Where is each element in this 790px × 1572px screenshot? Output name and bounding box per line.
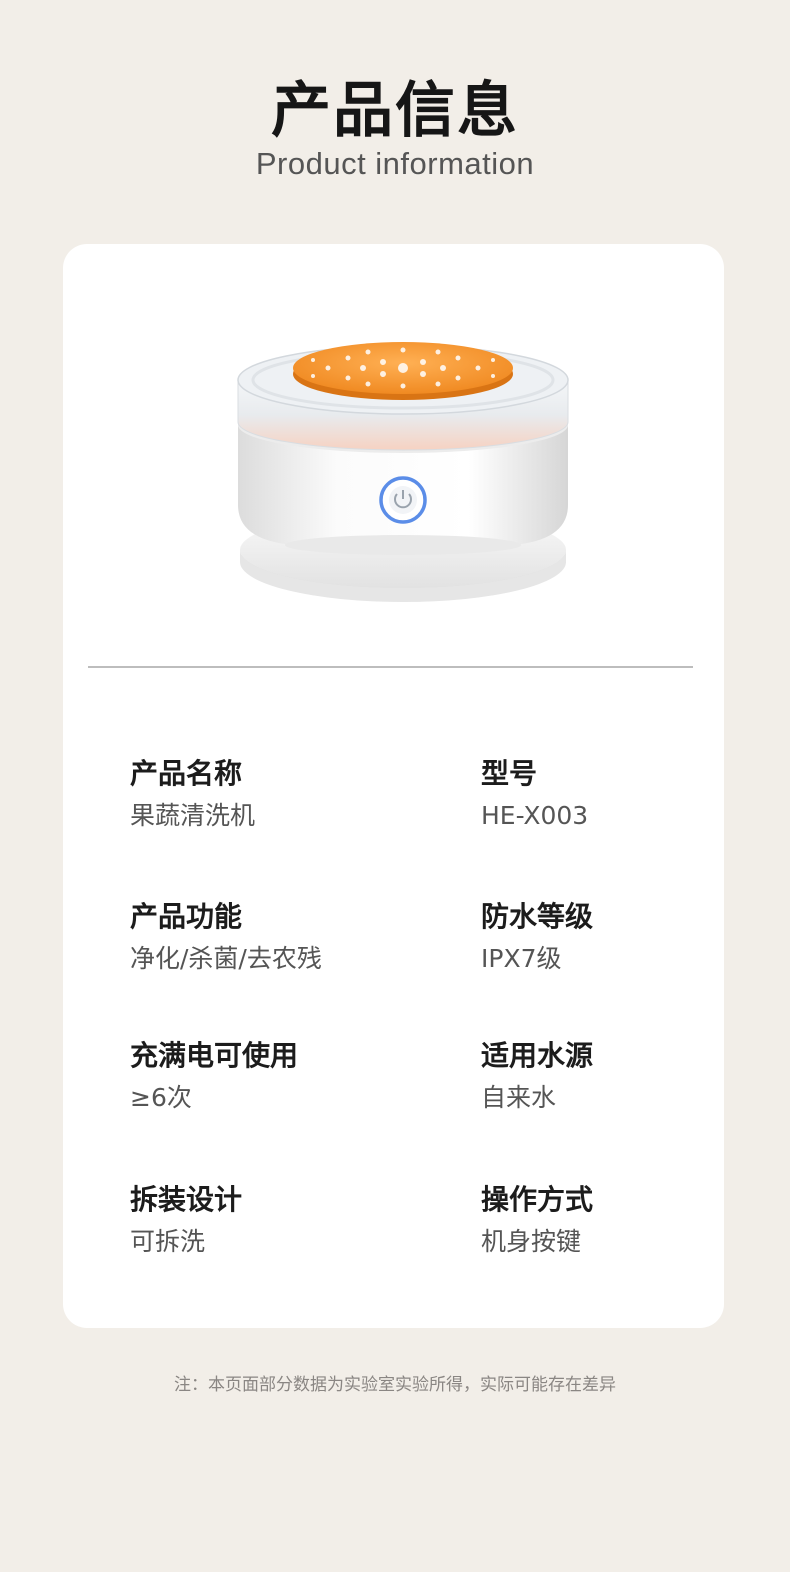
spec-value: ≥6次 xyxy=(130,1083,192,1112)
spec-water-source: 适用水源 自来水 xyxy=(481,1038,731,1114)
spec-label: 产品功能 xyxy=(130,900,243,933)
spec-label: 防水等级 xyxy=(481,900,594,933)
disclaimer-note: 注：本页面部分数据为实验室实验所得，实际可能存在差异 xyxy=(174,1375,616,1395)
spec-value: 自来水 xyxy=(481,1083,557,1112)
spec-label: 适用水源 xyxy=(481,1039,594,1072)
spec-value: 净化/杀菌/去农残 xyxy=(130,944,322,973)
divider xyxy=(88,666,693,668)
spec-value: 可拆洗 xyxy=(130,1227,206,1256)
spec-function: 产品功能 净化/杀菌/去农残 xyxy=(130,899,380,975)
spec-value: 机身按键 xyxy=(481,1227,582,1256)
spec-label: 操作方式 xyxy=(481,1183,594,1216)
spec-label: 拆装设计 xyxy=(130,1183,243,1216)
product-info-card: 产品名称 果蔬清洗机 型号 HE-X003 产品功能 净化/杀菌/去农残 防水等… xyxy=(63,244,724,1328)
spec-label: 型号 xyxy=(481,757,538,790)
spec-disassembly: 拆装设计 可拆洗 xyxy=(130,1182,380,1258)
spec-label: 产品名称 xyxy=(130,757,243,790)
spec-label: 充满电可使用 xyxy=(130,1039,299,1072)
page-subtitle: Product information xyxy=(255,146,535,181)
spec-waterproof: 防水等级 IPX7级 xyxy=(481,899,731,975)
product-image xyxy=(237,342,569,602)
spec-operation: 操作方式 机身按键 xyxy=(481,1182,731,1258)
page-title: 产品信息 xyxy=(271,76,519,146)
spec-product-name: 产品名称 果蔬清洗机 xyxy=(130,756,380,832)
spec-value: IPX7级 xyxy=(481,944,562,973)
spec-model: 型号 HE-X003 xyxy=(481,756,731,832)
spec-charge-uses: 充满电可使用 ≥6次 xyxy=(130,1038,380,1114)
spec-value: HE-X003 xyxy=(481,801,589,830)
spec-value: 果蔬清洗机 xyxy=(130,801,256,830)
